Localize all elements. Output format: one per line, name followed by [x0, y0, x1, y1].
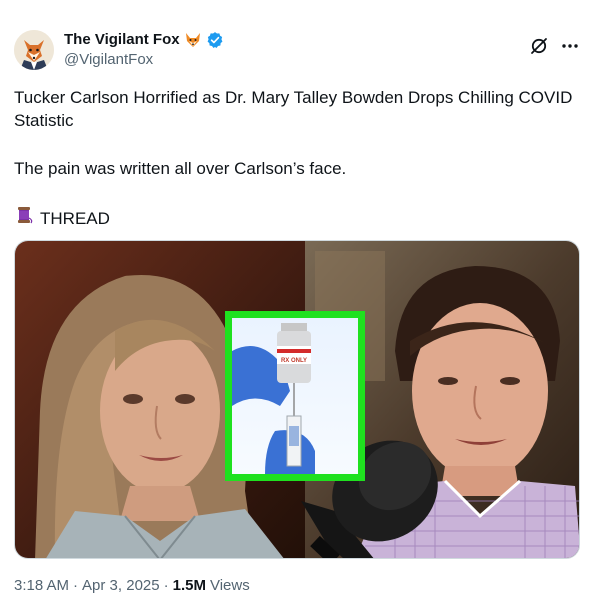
thread-marker: THREAD — [14, 205, 584, 231]
meta-separator: · — [73, 577, 79, 594]
views-label: Views — [209, 577, 250, 594]
post-text-caption: The pain was written all over Carlson’s … — [14, 159, 347, 178]
tweet-card: The Vigilant Fox @VigilantFox Tucker Car… — [0, 0, 594, 602]
views-count: 1.5M — [172, 577, 206, 594]
post-text-headline: Tucker Carlson Horrified as Dr. Mary Tal… — [14, 88, 573, 130]
avatar[interactable] — [14, 30, 54, 70]
video-still-image: RX ONLY — [15, 241, 579, 558]
thread-label: THREAD — [40, 208, 110, 228]
more-options-icon[interactable] — [560, 36, 580, 56]
author-handle[interactable]: @VigilantFox — [64, 51, 153, 69]
grok-icon[interactable] — [529, 36, 549, 56]
post-date[interactable]: Apr 3, 2025 — [82, 576, 160, 596]
meta-separator: · — [163, 577, 169, 594]
post-time[interactable]: 3:18 AM — [14, 576, 69, 596]
post-media-image[interactable]: RX ONLY — [14, 240, 580, 559]
spool-of-thread-icon — [14, 205, 34, 231]
vial-label: RX ONLY — [281, 358, 307, 364]
verified-badge-icon[interactable] — [206, 31, 224, 49]
author-name-row[interactable]: The Vigilant Fox — [64, 31, 224, 49]
fox-avatar-icon — [14, 30, 54, 70]
author-name[interactable]: The Vigilant Fox — [64, 31, 180, 49]
post-meta: 3:18 AM · Apr 3, 2025 · 1.5M Views — [14, 576, 250, 596]
fox-face-icon — [184, 31, 202, 49]
